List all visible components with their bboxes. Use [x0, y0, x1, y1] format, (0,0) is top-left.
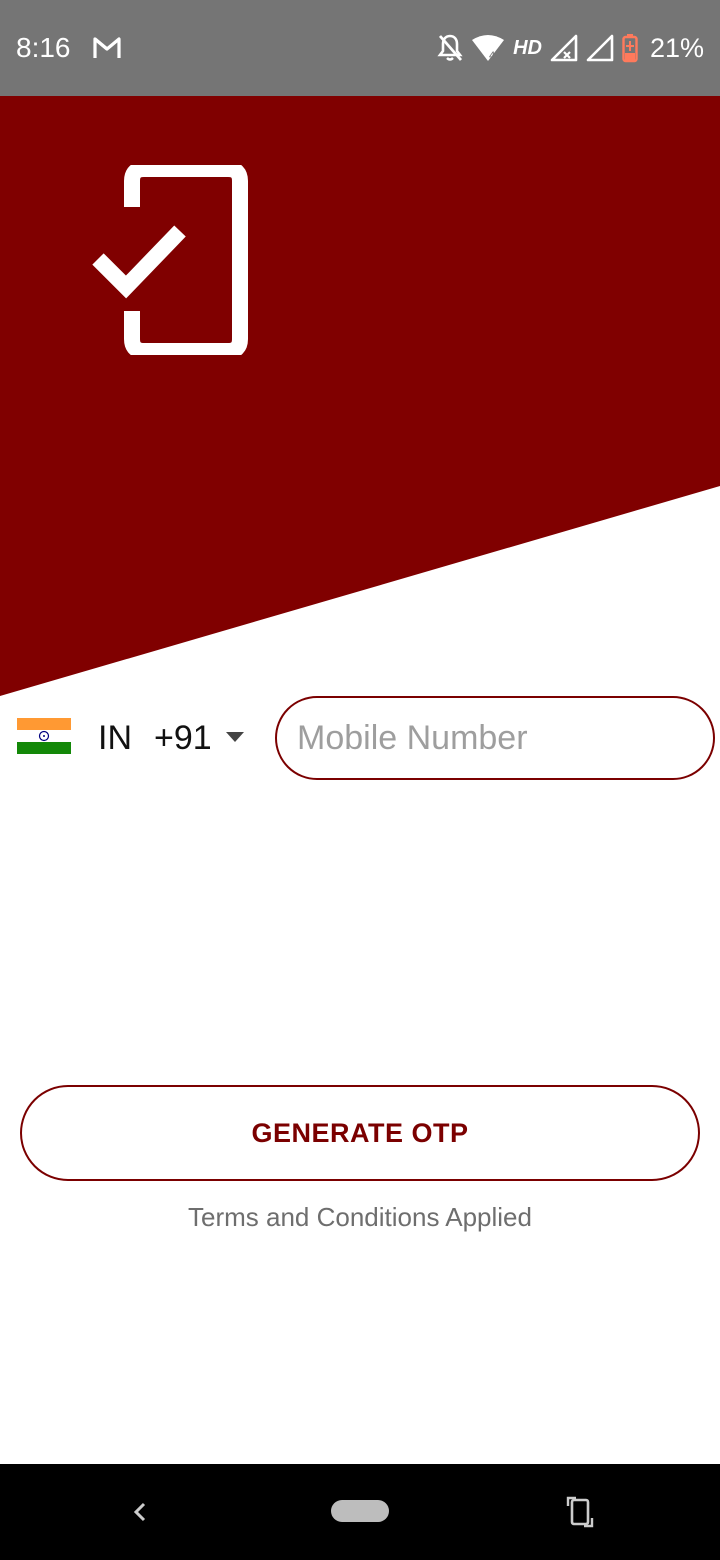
terms-link[interactable]: Terms and Conditions Applied	[0, 1202, 720, 1233]
home-pill-icon[interactable]	[331, 1500, 389, 1522]
network-gen: 4	[489, 50, 495, 62]
country-code-selector[interactable]: IN +91	[98, 716, 212, 760]
network-label: HD	[513, 36, 542, 59]
battery-icon	[622, 34, 638, 63]
back-icon[interactable]	[126, 1494, 154, 1530]
navigation-bar	[0, 1464, 720, 1560]
status-time: 8:16	[16, 32, 71, 63]
generate-otp-button[interactable]: GENERATE OTP	[20, 1085, 700, 1181]
status-bar: 8:16 4 HD 21%	[0, 0, 720, 96]
signal-icon-2	[586, 34, 614, 62]
country-iso: IN	[98, 719, 132, 757]
gmail-icon	[93, 37, 121, 58]
chevron-down-icon[interactable]	[224, 730, 246, 744]
phone-check-icon	[92, 165, 248, 355]
notifications-off-icon	[437, 34, 463, 61]
dial-code: +91	[154, 719, 212, 757]
battery-percent: 21%	[649, 32, 704, 63]
signal-icon	[550, 34, 578, 62]
status-icons: 4 HD 21%	[437, 28, 704, 68]
mobile-number-input[interactable]	[275, 696, 715, 780]
wifi-icon: 4	[472, 35, 505, 62]
india-flag-icon[interactable]	[17, 718, 71, 754]
rotate-icon[interactable]	[564, 1492, 596, 1532]
